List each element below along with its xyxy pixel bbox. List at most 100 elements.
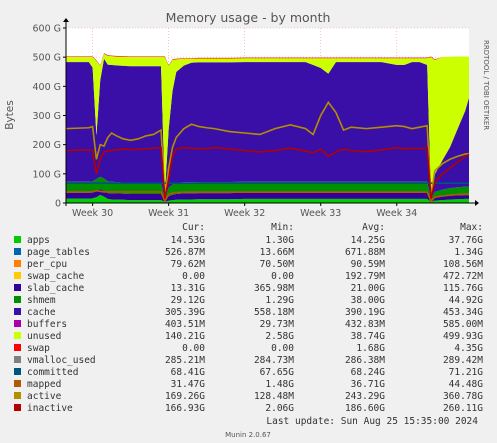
legend-value: 31.47G (171, 379, 206, 390)
legend-row-vmalloc-used: vmalloc_used 285.21M 284.73M 286.38M 289.42M (14, 355, 483, 366)
legend-row-slab-cache: slab_cache 13.31G 365.98M 21.00G 115.76G (14, 283, 483, 294)
legend-value: 2.06G (265, 403, 294, 414)
legend: apps 14.53G 1.30G 14.25G 37.76G page_tables 52… (14, 235, 483, 414)
legend-value: 71.21G (449, 367, 484, 378)
y-tick-label: 600 G (32, 24, 61, 35)
legend-row-cache: cache 305.39G 558.18M 390.19G 453.34G (14, 307, 483, 318)
legend-row-buffers: buffers 403.51M 29.73M 432.83M 585.00M (14, 319, 483, 330)
x-tick-label: Week 32 (224, 208, 265, 219)
legend-row-committed: committed 68.41G 67.65G 68.24G 71.21G (14, 367, 483, 378)
x-tick-label: Week 33 (300, 208, 341, 219)
munin-version: Munin 2.0.67 (225, 431, 271, 439)
legend-value: 38.74G (351, 331, 386, 342)
x-tick-label: Week 31 (148, 208, 189, 219)
legend-value: 38.00G (351, 295, 386, 306)
y-tick-label: 0 (55, 199, 61, 210)
legend-name: inactive (27, 403, 73, 414)
legend-value: 14.53G (171, 235, 206, 246)
legend-swatch (14, 392, 21, 399)
legend-value: 284.73M (254, 355, 294, 366)
legend-name: per_cpu (27, 259, 67, 270)
last-update: Last update: Sun Aug 25 15:35:00 2024 (266, 416, 478, 427)
legend-value: 37.76G (449, 235, 484, 246)
legend-value: 186.60G (345, 403, 385, 414)
legend-value: 44.92G (449, 295, 484, 306)
legend-value: 286.38M (345, 355, 385, 366)
legend-row-swap-cache: swap_cache 0.00 0.00 192.79M 472.72M (14, 271, 483, 282)
legend-value: 1.68G (356, 343, 385, 354)
legend-value: 68.41G (171, 367, 206, 378)
legend-name: active (27, 391, 62, 402)
legend-value: 453.34G (443, 307, 483, 318)
chart-title: Memory usage - by month (166, 10, 331, 25)
legend-header: Cur: Min: Avg: Max: (182, 222, 483, 233)
legend-row-apps: apps 14.53G 1.30G 14.25G 37.76G (14, 235, 483, 246)
legend-name: mapped (27, 379, 61, 390)
legend-row-mapped: mapped 31.47G 1.48G 36.71G 44.48G (14, 379, 483, 390)
legend-value: 390.19G (345, 307, 385, 318)
memory-chart: Memory usage - by month RRDTOOL / TOBI O… (4, 10, 490, 439)
legend-column-header: Max: (460, 222, 483, 233)
y-tick-label: 400 G (32, 82, 61, 93)
legend-row-inactive: inactive 166.93G 2.06G 186.60G 260.11G (14, 403, 483, 414)
legend-value: 169.26G (165, 391, 205, 402)
legend-value: 0.00 (271, 343, 294, 354)
legend-swatch (14, 356, 21, 363)
legend-swatch (14, 320, 21, 327)
legend-name: slab_cache (27, 283, 84, 294)
legend-value: 558.18M (254, 307, 294, 318)
legend-value: 526.87M (165, 247, 205, 258)
legend-column-header: Min: (271, 222, 294, 233)
legend-value: 14.25G (351, 235, 386, 246)
legend-swatch (14, 284, 21, 291)
legend-value: 44.48G (449, 379, 484, 390)
legend-value: 0.00 (182, 343, 205, 354)
legend-value: 21.00G (351, 283, 386, 294)
legend-value: 0.00 (182, 271, 205, 282)
y-tick-labels: 0 100 G 200 G 300 G 400 G 500 G 600 G (32, 24, 66, 210)
legend-row-active: active 169.26G 128.48M 243.29G 360.78G (14, 391, 483, 402)
legend-value: 1.30G (265, 235, 294, 246)
legend-value: 70.50M (260, 259, 295, 270)
legend-value: 90.59M (351, 259, 386, 270)
legend-swatch (14, 344, 21, 351)
legend-name: buffers (27, 319, 67, 330)
legend-swatch (14, 248, 21, 255)
x-tick-label: Week 30 (72, 208, 113, 219)
legend-swatch (14, 404, 21, 411)
legend-value: 115.76G (443, 283, 483, 294)
x-tick-labels: Week 30 Week 31 Week 32 Week 33 Week 34 (72, 203, 417, 219)
legend-value: 360.78G (443, 391, 483, 402)
legend-value: 499.93G (443, 331, 483, 342)
legend-value: 2.58G (265, 331, 294, 342)
legend-name: unused (27, 331, 61, 342)
legend-value: 432.83M (345, 319, 385, 330)
legend-swatch (14, 296, 21, 303)
legend-value: 13.66M (260, 247, 295, 258)
y-tick-label: 100 G (32, 169, 61, 180)
legend-value: 13.31G (171, 283, 206, 294)
y-axis-label: Bytes (4, 100, 16, 129)
legend-value: 192.79M (345, 271, 385, 282)
legend-row-unused: unused 140.21G 2.58G 38.74G 499.93G (14, 331, 483, 342)
legend-value: 68.24G (351, 367, 386, 378)
legend-row-page-tables: page_tables 526.87M 13.66M 671.88M 1.34G (14, 247, 483, 258)
legend-name: swap_cache (27, 271, 84, 282)
legend-value: 365.98M (254, 283, 294, 294)
y-tick-label: 300 G (32, 111, 61, 122)
legend-value: 472.72M (443, 271, 483, 282)
legend-value: 4.35G (454, 343, 483, 354)
legend-value: 29.73M (260, 319, 295, 330)
legend-value: 585.00M (443, 319, 483, 330)
legend-value: 108.56M (443, 259, 483, 270)
legend-value: 36.71G (351, 379, 386, 390)
legend-value: 1.29G (265, 295, 294, 306)
legend-value: 0.00 (271, 271, 294, 282)
legend-value: 128.48M (254, 391, 294, 402)
legend-value: 166.93G (165, 403, 205, 414)
legend-row-per-cpu: per_cpu 79.62M 70.50M 90.59M 108.56M (14, 259, 483, 270)
legend-value: 67.65G (260, 367, 295, 378)
legend-value: 260.11G (443, 403, 483, 414)
legend-value: 305.39G (165, 307, 205, 318)
y-tick-label: 500 G (32, 53, 61, 64)
